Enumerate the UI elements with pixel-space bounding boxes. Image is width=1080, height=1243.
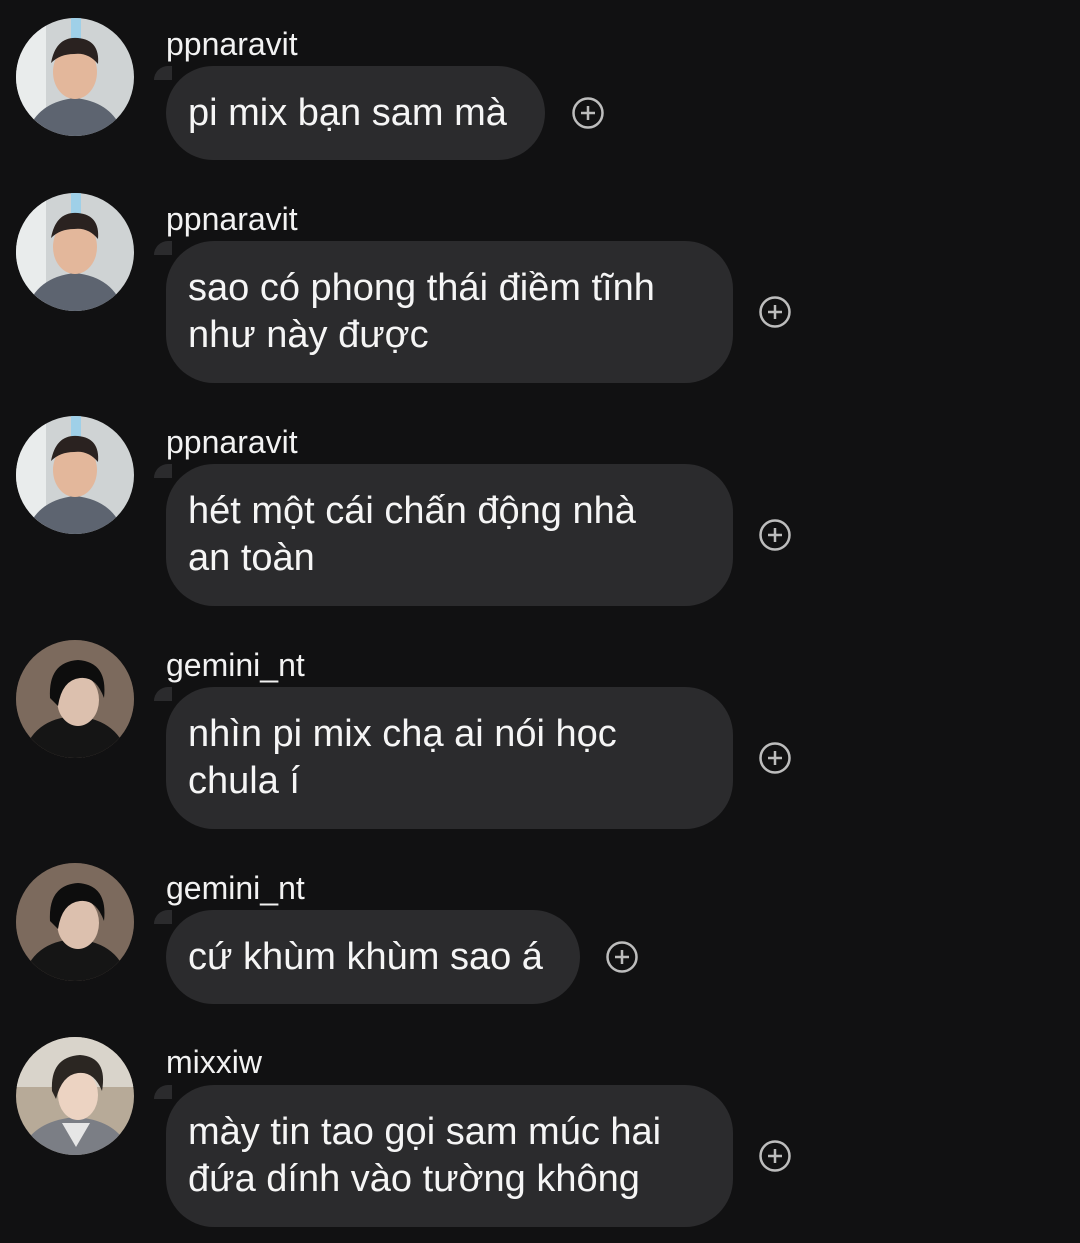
message-bubble[interactable]: hét một cái chấn động nhà an toàn [166, 464, 733, 606]
bubble-tail [154, 687, 172, 701]
message-bubble[interactable]: sao có phong thái điềm tĩnh như này được [166, 241, 733, 383]
username[interactable]: gemini_nt [166, 868, 305, 908]
add-reaction-icon[interactable] [759, 296, 791, 328]
username[interactable]: ppnaravit [166, 422, 298, 462]
username[interactable]: ppnaravit [166, 24, 298, 64]
add-reaction-icon[interactable] [759, 742, 791, 774]
avatar[interactable] [16, 193, 134, 311]
avatar[interactable] [16, 1037, 134, 1155]
bubble-tail [154, 1085, 172, 1099]
avatar[interactable] [16, 863, 134, 981]
username[interactable]: ppnaravit [166, 199, 298, 239]
message-bubble[interactable]: nhìn pi mix chạ ai nói học chula í [166, 687, 733, 829]
avatar[interactable] [16, 18, 134, 136]
message-bubble[interactable]: mày tin tao gọi sam múc hai đứa dính vào… [166, 1085, 733, 1227]
chat-thread: ppnaravit pi mix bạn sam mà ppnaravit sa… [0, 0, 1080, 1243]
avatar[interactable] [16, 640, 134, 758]
avatar[interactable] [16, 416, 134, 534]
bubble-tail [154, 464, 172, 478]
add-reaction-icon[interactable] [572, 97, 604, 129]
username[interactable]: mixxiw [166, 1042, 262, 1082]
add-reaction-icon[interactable] [606, 941, 638, 973]
bubble-tail [154, 66, 172, 80]
bubble-tail [154, 241, 172, 255]
add-reaction-icon[interactable] [759, 519, 791, 551]
bubble-tail [154, 910, 172, 924]
message-bubble[interactable]: cứ khùm khùm sao á [166, 910, 580, 1004]
message-bubble[interactable]: pi mix bạn sam mà [166, 66, 545, 160]
username[interactable]: gemini_nt [166, 645, 305, 685]
add-reaction-icon[interactable] [759, 1140, 791, 1172]
